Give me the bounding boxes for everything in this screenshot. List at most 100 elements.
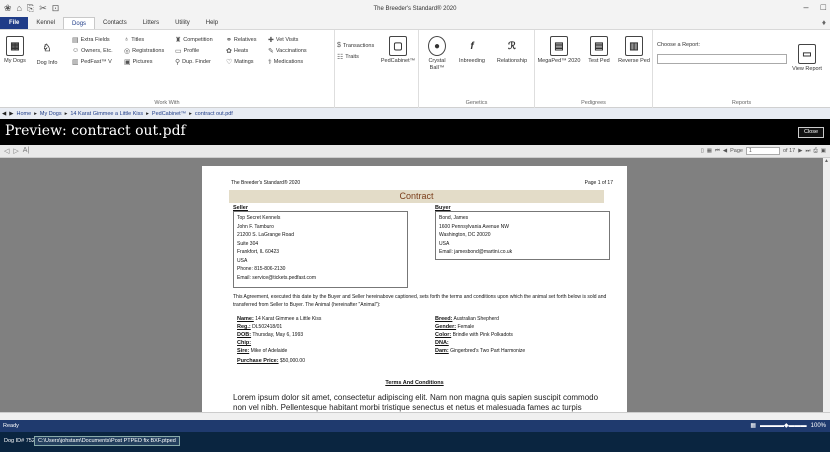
info-bar: Dog ID# 7526 C:\Users\johstam\Documents\… [0,432,830,452]
relationship-button[interactable]: ℛ Relationship [491,36,533,65]
my-dogs-button[interactable]: ▦ My Dogs [4,36,26,65]
buyer-line: Email: jamesbond@martini.co.uk [439,249,513,255]
registrations-button[interactable]: ◎ Registrations [124,47,164,55]
breadcrumb-home[interactable]: Home [16,111,31,117]
contract-title: Contract [229,190,604,203]
group-pedcabinet: ▢ PedCabinet™ [377,30,419,108]
heats-button[interactable]: ✿ Heats [226,47,248,55]
maximize-button[interactable]: □ [821,2,826,12]
prev-page-icon[interactable]: ◀ [723,148,727,154]
menu-dogs[interactable]: Dogs [63,17,96,29]
profile-button[interactable]: ▭ Profile [175,47,199,55]
first-page-icon[interactable]: ⏮ [715,148,720,155]
seller-box: Top Secret Kennels John F. Tamburo 21200… [233,211,408,288]
transactions-button[interactable]: $ Transactions [337,42,374,49]
field-dam: Dam: Gingerbred's Two Part Harmonize [435,348,526,354]
dup-finder-button[interactable]: ⚲ Dup. Finder [175,58,211,66]
page-input[interactable]: 1 [745,147,780,155]
matings-button[interactable]: ♡ Matings [226,58,254,66]
view-report-button[interactable]: ▭ View Report [787,44,827,73]
breadcrumb-my-dogs[interactable]: My Dogs [40,111,62,117]
group-reports: Choose a Report: ▭ View Report Reports [653,30,830,108]
menu-contacts[interactable]: Contacts [95,17,135,29]
field-sire: Sire: Mike of Adelaide [237,348,288,354]
paste-icon[interactable]: ⊡ [52,3,60,14]
pedfast-button[interactable]: ▥ PedFast™ V [72,58,112,66]
extra-fields-button[interactable]: ▤ Extra Fields [72,36,110,44]
group-genetics: ● Crystal Ball™ f Inbreeding ℛ Relations… [419,30,535,108]
zoom-level: 100% [810,423,826,429]
competition-button[interactable]: ♜ Competition [175,36,213,44]
inbreeding-button[interactable]: f Inbreeding [455,36,489,65]
heart-icon: ♡ [226,59,233,66]
menu-litters[interactable]: Litters [135,17,167,29]
vaccinations-button[interactable]: ✎ Vaccinations [268,47,307,55]
horizontal-scrollbar[interactable] [0,412,830,420]
help-icon[interactable]: ♦ [822,18,826,27]
dog-info-button[interactable]: ♘ Dog Info [32,38,62,67]
reverse-ped-button[interactable]: ▥ Reverse Ped [617,36,651,65]
vertical-scrollbar[interactable]: ▲ [823,158,830,412]
field-breed: Breed: Australian Shepherd [435,316,499,322]
pedcabinet-button[interactable]: ▢ PedCabinet™ [379,36,417,65]
group-label-pedigrees: Pedigrees [581,100,606,106]
breadcrumb-pedcabinet[interactable]: PedCabinet™ [152,111,186,117]
grid-view-icon[interactable]: ▦ [707,148,712,154]
trophy-icon: ♜ [175,37,182,44]
group-transactions: $ Transactions ☷ Traits [335,30,377,108]
text-select-icon[interactable]: A| [23,147,30,155]
heat-icon: ✿ [226,48,232,55]
back-icon[interactable]: ◁ [4,147,9,155]
traits-icon: ☷ [337,54,344,61]
field-dna: DNA: [435,340,449,346]
file-path: C:\Users\johstam\Documents\Post PTPED fi… [34,436,180,446]
field-reg: Reg.: DL502418/01 [237,324,283,330]
traits-button[interactable]: ☷ Traits [337,53,359,61]
close-button[interactable]: Close [798,127,824,138]
crystal-ball-button[interactable]: ● Crystal Ball™ [421,36,453,72]
cut-icon[interactable]: ✂ [39,3,47,14]
breadcrumb-dog[interactable]: 14 Karat Gimmee a Little Kiss [70,111,143,117]
group-work-with: ▦ My Dogs ♘ Dog Info ▤ Extra Fields ☺ Owne… [0,30,335,108]
page-label: Page [730,148,743,154]
minimize-button[interactable]: – [804,2,809,12]
menu-file[interactable]: File [0,17,29,29]
relatives-icon: ⚭ [226,37,232,44]
single-page-icon[interactable]: ▯ [701,148,704,154]
menu-kennel[interactable]: Kennel [28,17,63,29]
megaped-button[interactable]: ▤ MegaPed™ 2020 [537,36,581,65]
cabinet-icon: ▢ [389,36,407,56]
menu-utility[interactable]: Utility [167,17,198,29]
field-dob: DOB: Thursday, May 6, 1993 [237,332,304,338]
title-bar: ❀ ⌂ ⎘ ✂ ⊡ The Breeder's Standard® 2020 –… [0,0,830,17]
buyer-box: Bond, James 1600 Pennsylvania Avenue NW … [435,211,610,260]
forward-icon[interactable]: ▷ [13,147,18,155]
group-label-reports: Reports [731,100,752,106]
report-select[interactable] [657,54,787,64]
back-icon[interactable]: ◀ [2,111,6,117]
test-ped-button[interactable]: ▤ Test Ped [585,36,613,65]
forward-icon[interactable]: ▶ [9,111,13,117]
owners-button[interactable]: ☺ Owners, Etc. [72,47,113,54]
breadcrumb-file[interactable]: contract out.pdf [195,111,233,117]
medications-button[interactable]: ⚕ Medications [268,58,303,66]
vet-visits-button[interactable]: ✚ Vet Visits [268,36,298,44]
doc-header-right: Page 1 of 17 [584,180,613,186]
next-page-icon[interactable]: ▶ [798,148,802,154]
print-icon[interactable]: ⎙ [813,148,817,155]
relatives-button[interactable]: ⚭ Relatives [226,36,257,44]
titles-button[interactable]: ♁ Titles [124,36,144,43]
pictures-button[interactable]: ▣ Pictures [124,58,153,66]
field-color: Color: Brindle with Pink Polkadots [435,332,513,338]
zoom-slider[interactable]: ▬▬▬▬◆▬▬▬ [760,420,807,432]
document-viewer[interactable]: The Breeder's Standard® 2020 Page 1 of 1… [0,158,823,412]
menu-help[interactable]: Help [198,17,226,29]
last-page-icon[interactable]: ⏭ [805,148,810,155]
syringe-icon: ✎ [268,48,274,55]
preview-header: Preview: contract out.pdf Close [0,119,830,145]
save-icon[interactable]: ▣ [821,148,826,154]
copy-icon[interactable]: ⎘ [27,3,34,14]
layout-icon[interactable]: ▦ [750,420,756,432]
ribbon: ▦ My Dogs ♘ Dog Info ▤ Extra Fields ☺ Owne… [0,30,830,108]
home-icon[interactable]: ⌂ [17,3,22,14]
